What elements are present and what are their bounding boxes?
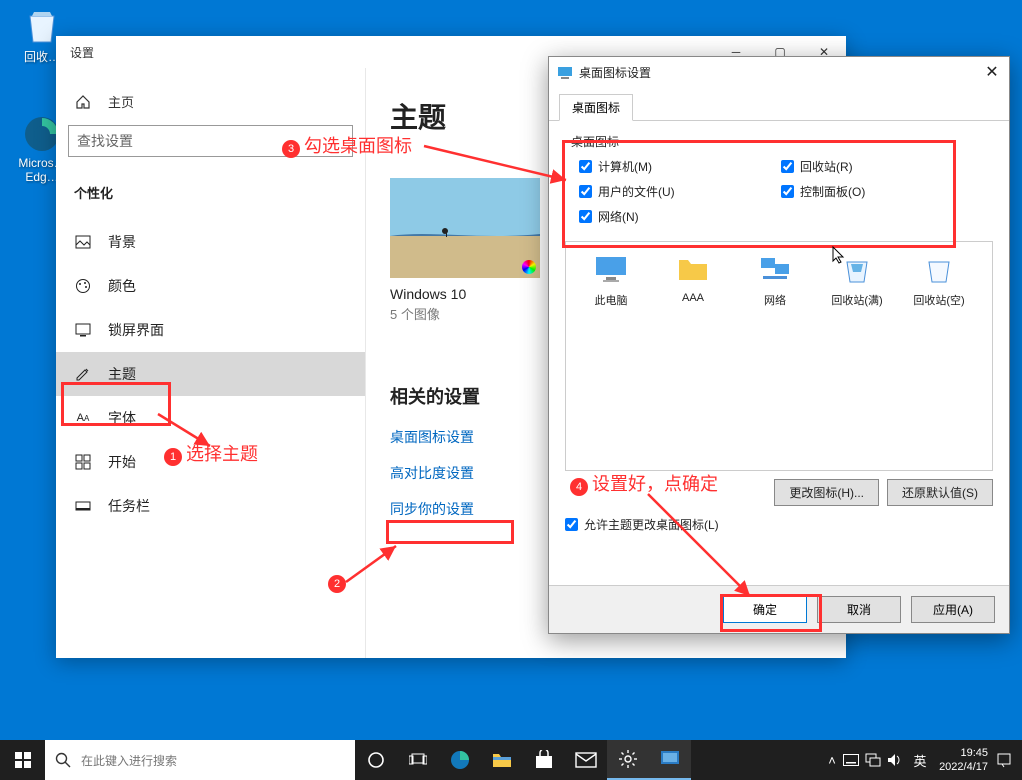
recycle-bin-label: 回收… [24, 48, 60, 65]
dialog-footer: 确定 取消 应用(A) [549, 585, 1009, 633]
dialog-icon [557, 64, 573, 80]
cancel-button[interactable]: 取消 [817, 596, 901, 623]
checkbox-controlpanel[interactable]: 控制面板(O) [781, 183, 979, 200]
checkbox-input[interactable] [579, 210, 592, 223]
taskbar-store[interactable] [523, 740, 565, 780]
font-icon: AA [74, 409, 92, 427]
monitor-icon [593, 252, 629, 288]
sidebar-taskbar[interactable]: 任务栏 [56, 484, 365, 528]
checkbox-recycle[interactable]: 回收站(R) [781, 158, 979, 175]
checkbox-network[interactable]: 网络(N) [579, 208, 777, 225]
taskbar-app[interactable] [649, 740, 691, 780]
apply-button[interactable]: 应用(A) [911, 596, 995, 623]
clock-date: 2022/4/17 [939, 760, 988, 774]
clock-time: 19:45 [960, 746, 988, 760]
sidebar-label: 颜色 [108, 276, 136, 296]
cortana-icon[interactable] [355, 740, 397, 780]
taskbar-settings[interactable] [607, 740, 649, 780]
tray-network-icon[interactable] [865, 753, 887, 767]
restore-default-button[interactable]: 还原默认值(S) [887, 479, 993, 506]
checkbox-input[interactable] [565, 518, 578, 531]
group-label: 桌面图标 [565, 131, 993, 150]
palette-badge-icon [522, 260, 536, 274]
ok-button[interactable]: 确定 [723, 596, 807, 623]
network-icon [757, 252, 793, 288]
dialog-title-text: 桌面图标设置 [579, 64, 651, 81]
tray-chevron-up-icon[interactable]: ˄ [821, 753, 843, 768]
home-label: 主页 [108, 92, 134, 111]
cursor-icon [832, 246, 846, 264]
sidebar-themes[interactable]: 主题 [56, 352, 365, 396]
sidebar-label: 背景 [108, 232, 136, 252]
checkbox-computer[interactable]: 计算机(M) [579, 158, 777, 175]
sidebar-colors[interactable]: 颜色 [56, 264, 365, 308]
tray-ime-label[interactable]: 英 [909, 751, 931, 770]
dialog-close-button[interactable]: ✕ [975, 62, 1009, 82]
sidebar: 主页 查找设置 个性化 背景 颜色 锁屏界面 主题 [56, 68, 366, 658]
home-icon [74, 93, 92, 111]
image-icon [74, 233, 92, 251]
preview-user[interactable]: AAA [652, 252, 734, 304]
section-header: 个性化 [56, 177, 365, 220]
start-button[interactable] [0, 740, 45, 780]
tray-keyboard-icon[interactable] [843, 754, 865, 766]
dialog-titlebar: 桌面图标设置 ✕ [549, 57, 1009, 87]
tray-clock[interactable]: 19:45 2022/4/17 [931, 746, 996, 774]
system-tray: ˄ 英 19:45 2022/4/17 [821, 740, 1022, 780]
checkbox-input[interactable] [579, 185, 592, 198]
palette-icon [74, 277, 92, 295]
checkbox-input[interactable] [781, 160, 794, 173]
taskview-icon[interactable] [397, 740, 439, 780]
checkbox-input[interactable] [579, 160, 592, 173]
icon-preview-row: 此电脑 AAA 网络 回收站(满) 回收站(空) [565, 241, 993, 471]
sidebar-lockscreen[interactable]: 锁屏界面 [56, 308, 365, 352]
search-input[interactable]: 查找设置 [68, 125, 353, 157]
windows-icon [15, 752, 31, 768]
sidebar-start[interactable]: 开始 [56, 440, 365, 484]
search-icon [55, 752, 71, 768]
sidebar-background[interactable]: 背景 [56, 220, 365, 264]
preview-network[interactable]: 网络 [734, 252, 816, 308]
sidebar-label: 锁屏界面 [108, 320, 164, 340]
allow-themes-checkbox[interactable]: 允许主题更改桌面图标(L) [565, 516, 993, 533]
start-icon [74, 453, 92, 471]
tab-desktop-icons[interactable]: 桌面图标 [559, 94, 633, 121]
sidebar-label: 开始 [108, 452, 136, 472]
themes-icon [74, 365, 92, 383]
sidebar-label: 任务栏 [108, 496, 150, 516]
change-icon-button[interactable]: 更改图标(H)... [774, 479, 879, 506]
lockscreen-icon [74, 321, 92, 339]
checkbox-input[interactable] [781, 185, 794, 198]
taskbar-explorer[interactable] [481, 740, 523, 780]
preview-thispc[interactable]: 此电脑 [570, 252, 652, 308]
checkbox-userfiles[interactable]: 用户的文件(U) [579, 183, 777, 200]
folder-icon [675, 252, 711, 288]
tray-notifications-icon[interactable] [996, 752, 1018, 768]
sidebar-label: 主题 [108, 364, 136, 384]
taskbar-edge[interactable] [439, 740, 481, 780]
taskbar-search[interactable]: 在此键入进行搜索 [45, 740, 355, 780]
tray-volume-icon[interactable] [887, 753, 909, 767]
dialog-tabs: 桌面图标 [549, 87, 1009, 121]
taskbar: 在此键入进行搜索 ˄ 英 19:45 2022/4/17 [0, 740, 1022, 780]
home-link[interactable]: 主页 [56, 86, 365, 125]
desktop-icon-dialog: 桌面图标设置 ✕ 桌面图标 桌面图标 计算机(M) 回收站(R) 用户的文件(U… [548, 56, 1010, 634]
taskbar-icon [74, 497, 92, 515]
theme-thumbnail[interactable] [390, 178, 540, 278]
taskbar-mail[interactable] [565, 740, 607, 780]
preview-recycle-full[interactable]: 回收站(满) [816, 252, 898, 308]
recycle-empty-icon [921, 252, 957, 288]
checkbox-grid: 计算机(M) 回收站(R) 用户的文件(U) 控制面板(O) 网络(N) [565, 150, 993, 235]
sidebar-fonts[interactable]: AA 字体 [56, 396, 365, 440]
search-placeholder: 在此键入进行搜索 [81, 752, 177, 769]
preview-recycle-empty[interactable]: 回收站(空) [898, 252, 980, 308]
sidebar-label: 字体 [108, 408, 136, 428]
search-placeholder: 查找设置 [77, 131, 133, 151]
